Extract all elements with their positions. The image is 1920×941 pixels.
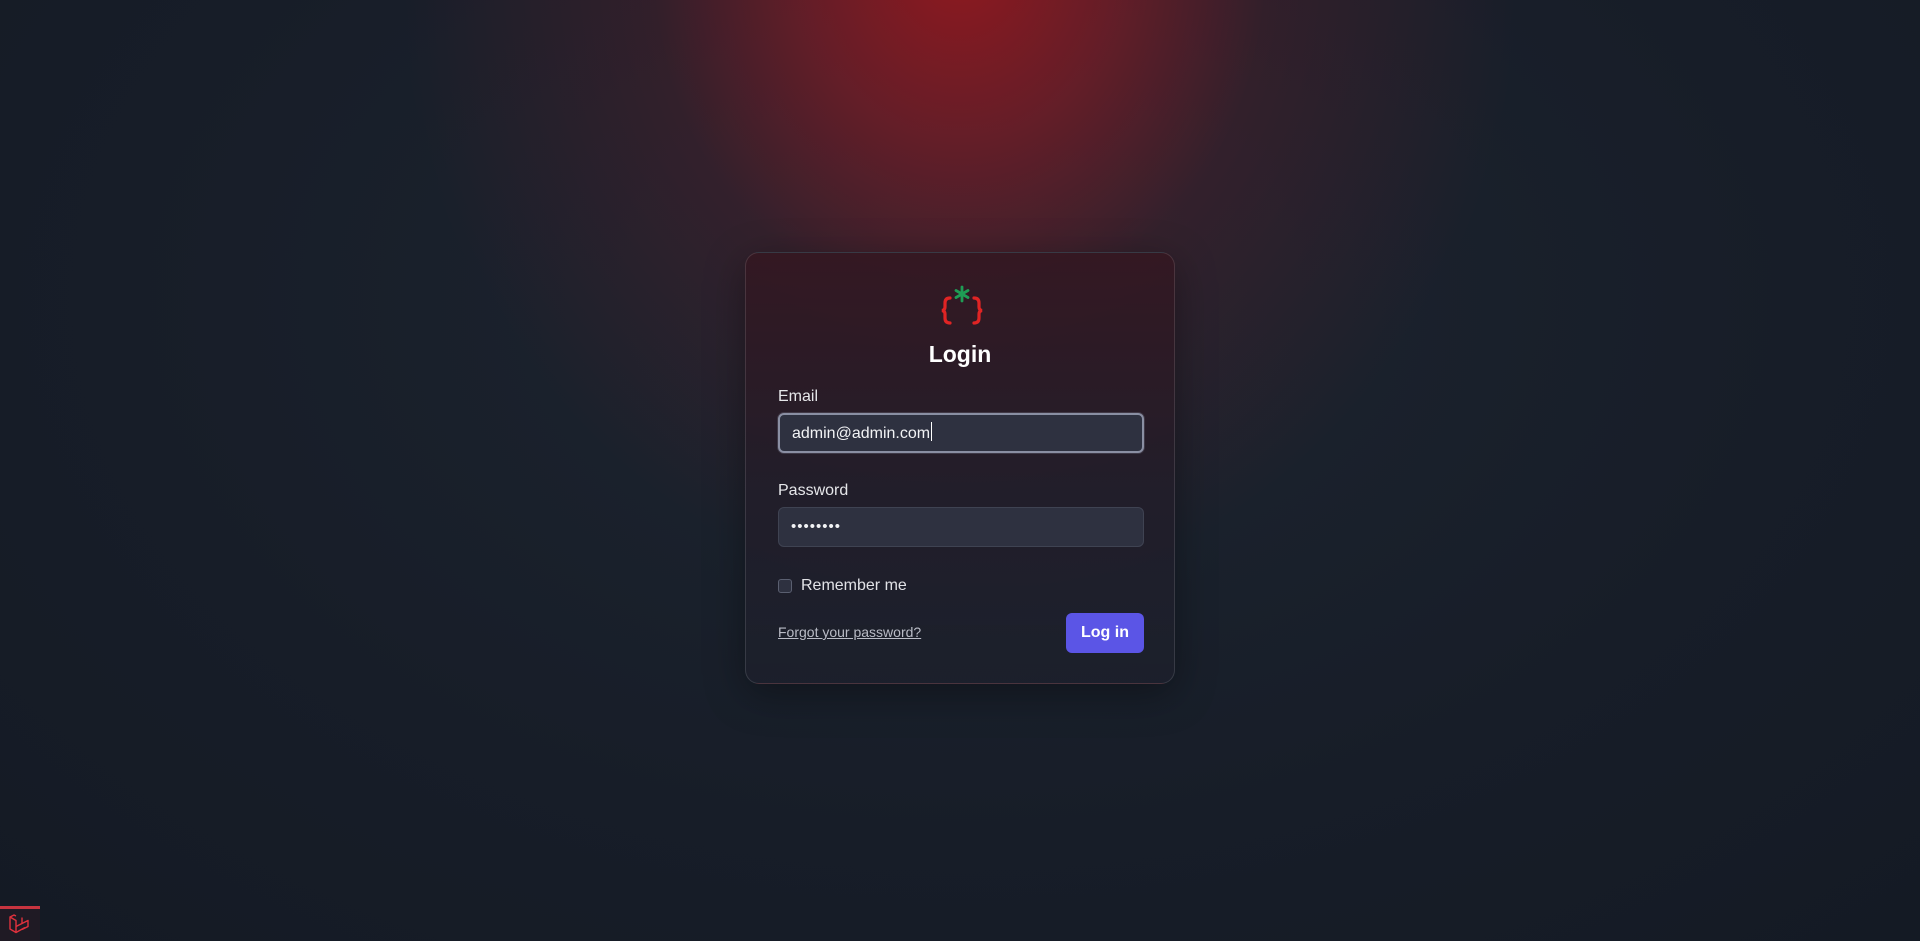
password-label: Password [778,482,849,499]
laravel-logo-icon [9,914,29,934]
password-value: •••••••• [791,518,842,535]
login-card: Login Email admin@admin.com Password •••… [745,252,1175,684]
text-caret [931,422,933,441]
remember-me-label: Remember me [801,577,907,594]
email-field[interactable]: admin@admin.com [778,413,1144,453]
remember-me-checkbox[interactable] [778,579,792,593]
remember-me-control[interactable]: Remember me [778,577,907,595]
forgot-password-link[interactable]: Forgot your password? [778,624,921,640]
corner-badge[interactable] [0,906,40,941]
login-button[interactable]: Log in [1066,613,1144,653]
email-label: Email [778,388,819,405]
password-field[interactable]: •••••••• [778,507,1144,547]
braces-asterisk-logo-icon [941,285,983,325]
email-value: admin@admin.com [792,415,933,453]
page-title: Login [928,341,992,367]
